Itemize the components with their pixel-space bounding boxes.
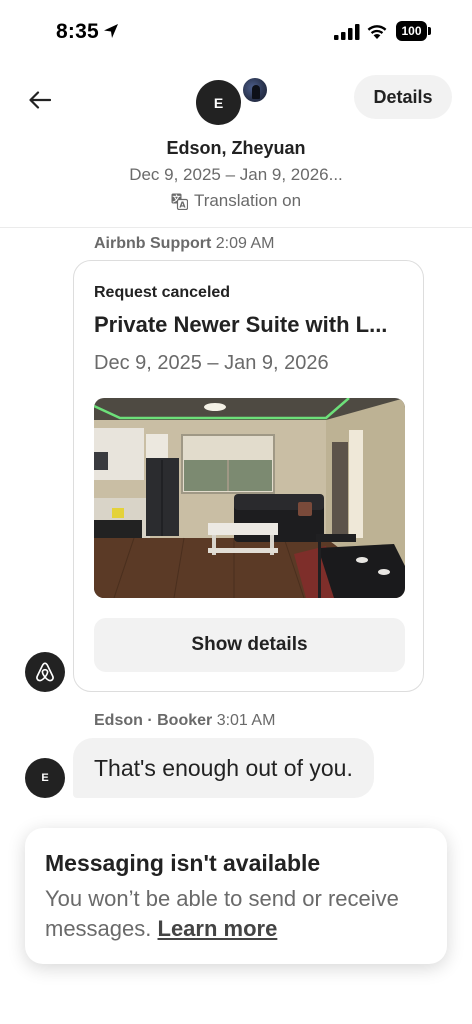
guest-avatar-figure <box>252 85 260 99</box>
wifi-icon <box>367 25 387 39</box>
airbnb-logo-icon <box>36 662 54 682</box>
back-button[interactable] <box>24 84 56 116</box>
message-text: That's enough out of you. <box>94 754 353 781</box>
messaging-unavailable-notice: Messaging isn't available You won’t be a… <box>25 828 447 964</box>
message-sender-line: Airbnb Support 2:09 AM <box>94 235 274 253</box>
message-bubble[interactable]: That's enough out of you. <box>73 738 374 798</box>
host-avatar[interactable]: E <box>196 80 241 125</box>
reservation-status: Request canceled <box>94 284 231 301</box>
cellular-signal-icon <box>334 24 360 40</box>
conversation-title: Edson, Zheyuan <box>166 138 306 158</box>
message-time: 2:09 AM <box>215 235 275 252</box>
edson-avatar[interactable]: E <box>25 758 65 798</box>
notice-title: Messaging isn't available <box>45 850 321 876</box>
details-button[interactable]: Details <box>354 75 452 119</box>
listing-title: Private Newer Suite with L... <box>94 312 388 337</box>
battery-tip <box>428 27 431 35</box>
reservation-card[interactable]: Request canceled Private Newer Suite wit… <box>73 260 424 692</box>
conversation-header: E Details Edson, Zheyuan Dec 9, 2025 – J… <box>0 64 472 228</box>
message-sender-line: Edson · Booker 3:01 AM <box>94 712 275 730</box>
back-arrow-icon <box>29 91 51 109</box>
show-details-button[interactable]: Show details <box>94 618 405 672</box>
sender-name: Edson · Booker <box>94 712 213 729</box>
sender-name: Airbnb Support <box>94 235 212 252</box>
translation-status[interactable]: 文 A Translation on <box>0 191 472 211</box>
notice-body: You won’t be able to send or receive mes… <box>45 884 435 944</box>
listing-photo[interactable] <box>94 398 405 598</box>
battery-indicator: 100 <box>396 21 431 41</box>
learn-more-link[interactable]: Learn more <box>158 916 278 941</box>
listing-photo-image <box>94 398 405 598</box>
translation-label: Translation on <box>193 191 302 210</box>
trip-dates: Dec 9, 2025 – Jan 9, 2026... <box>129 165 343 184</box>
battery-level: 100 <box>396 21 427 41</box>
location-arrow-icon <box>104 24 118 38</box>
status-bar: 8:35 100 <box>0 0 472 64</box>
status-time: 8:35 <box>56 20 99 43</box>
message-time: 3:01 AM <box>216 712 276 729</box>
svg-text:A: A <box>179 200 186 209</box>
translate-icon: 文 A <box>171 193 188 210</box>
reservation-dates: Dec 9, 2025 – Jan 9, 2026 <box>94 352 329 374</box>
airbnb-support-avatar[interactable] <box>25 652 65 692</box>
guest-avatar[interactable] <box>241 76 269 104</box>
